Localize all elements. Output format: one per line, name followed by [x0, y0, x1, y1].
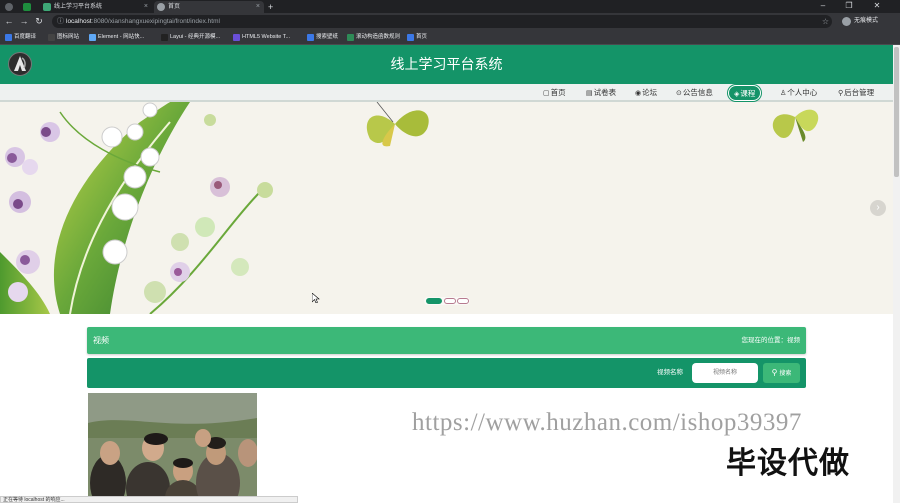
bookmarks-bar: 百度翻译 图标网站 Element - 网站快... Layui - 经典开源模… — [0, 30, 900, 45]
breadcrumb: 视频 您现在的位置：视频 — [87, 327, 806, 354]
bookmark-icon — [307, 34, 314, 41]
nav-profile[interactable]: ♙个人中心 — [780, 86, 817, 100]
close-icon[interactable]: × — [144, 1, 148, 13]
bookmark-icon — [347, 34, 354, 41]
search-input[interactable] — [692, 363, 758, 383]
site-title: 线上学习平台系统 — [390, 56, 503, 72]
info-icon: ⓘ — [57, 18, 64, 25]
carousel-dot[interactable] — [457, 298, 469, 304]
bookmark-item[interactable]: Layui - 经典开源模... — [160, 33, 220, 42]
reload-icon[interactable]: ↻ — [33, 15, 45, 27]
forum-icon: ◉ — [635, 90, 642, 97]
bookmark-item[interactable]: 首页 — [406, 33, 427, 42]
bookmark-icon — [5, 34, 12, 41]
bookmark-icon — [89, 34, 96, 41]
link-icon: ⚲ — [838, 90, 844, 97]
bookmark-item[interactable]: 搜索壁纸 — [306, 33, 338, 42]
carousel-dot[interactable] — [426, 298, 442, 304]
search-label: 视频名称 — [657, 369, 683, 376]
bookmark-item[interactable]: 百度翻译 — [4, 33, 36, 42]
close-window-icon[interactable]: ✕ — [866, 0, 888, 13]
bookmark-icon — [48, 34, 55, 41]
nav-admin[interactable]: ⚲后台管理 — [838, 86, 874, 100]
pinned-tab-icon[interactable] — [20, 1, 36, 13]
vue-icon — [43, 3, 51, 11]
bookmark-icon — [407, 34, 414, 41]
paper-icon: ▤ — [586, 90, 593, 97]
location-link[interactable]: 视频 — [787, 337, 800, 344]
promo-stamp: 毕设代做 — [726, 446, 850, 481]
browser-tab-bar: 线上学习平台系统 × 首页 × + – ❐ ✕ — [0, 0, 900, 13]
nav-home[interactable]: ▢首页 — [543, 86, 566, 100]
nav-forum[interactable]: ◉论坛 — [635, 86, 657, 100]
tab-home[interactable]: 首页 × — [154, 1, 264, 13]
restore-icon[interactable]: ❐ — [838, 0, 860, 13]
nav-exam[interactable]: ▤试卷表 — [586, 86, 616, 100]
search-panel: 视频名称 ⚲搜索 — [87, 358, 806, 388]
scrollbar-thumb[interactable] — [894, 47, 899, 177]
banner-carousel[interactable] — [0, 102, 893, 314]
watermark-text: https://www.huzhan.com/ishop39397 — [412, 409, 802, 436]
carousel-dot[interactable] — [444, 298, 456, 304]
browser-status-bar: 正在等待 localhost 的响应... — [0, 496, 298, 503]
tab-system[interactable]: 线上学习平台系统 × — [40, 1, 152, 13]
mouse-cursor-icon — [312, 293, 320, 303]
incognito-icon — [842, 17, 851, 26]
video-thumbnail-image — [88, 393, 257, 503]
globe-icon — [157, 3, 165, 11]
banner-flower-illustration — [0, 102, 893, 314]
search-icon: ⚲ — [771, 368, 778, 377]
browser-menu-icon[interactable] — [2, 1, 18, 13]
close-icon[interactable]: × — [256, 1, 260, 13]
bookmark-item[interactable]: HTML5 Website T... — [232, 33, 290, 42]
minimize-icon[interactable]: – — [812, 0, 834, 13]
section-title: 视频 — [93, 336, 109, 345]
address-toolbar: ← → ↻ ⓘ localhost:8080/xianshangxuexipin… — [0, 13, 900, 30]
back-icon[interactable]: ← — [3, 15, 15, 27]
carousel-next-icon[interactable]: › — [870, 200, 886, 216]
notice-icon: ⊙ — [676, 90, 682, 97]
site-header: 线上学习平台系统 — [0, 45, 893, 84]
bookmark-icon — [161, 34, 168, 41]
forward-icon[interactable]: → — [18, 15, 30, 27]
carousel-indicators — [424, 297, 470, 305]
search-button[interactable]: ⚲ 搜索 — [763, 363, 800, 383]
bookmark-star-icon[interactable]: ☆ — [822, 15, 829, 28]
bookmark-item[interactable]: 滚动构造函数规则 — [346, 33, 400, 42]
bookmark-item[interactable]: 图标网站 — [47, 33, 79, 42]
bookmark-icon — [233, 34, 240, 41]
nav-course[interactable]: ◈课程 — [728, 85, 762, 101]
url-text: localhost:8080/xianshangxuexipingtai/fro… — [66, 18, 220, 25]
home-icon: ▢ — [543, 90, 550, 97]
new-tab-button[interactable]: + — [266, 1, 280, 13]
nav-notice[interactable]: ⊙公告信息 — [676, 86, 713, 100]
page-scrollbar[interactable] — [893, 45, 900, 503]
bookmark-item[interactable]: Element - 网站快... — [88, 33, 144, 42]
incognito-profile[interactable]: 无痕模式 — [840, 15, 878, 28]
site-nav: ▢首页 ▤试卷表 ◉论坛 ⊙公告信息 ◈课程 ♙个人中心 ⚲后台管理 — [0, 84, 893, 102]
user-icon: ♙ — [780, 90, 787, 97]
url-field[interactable]: ⓘ localhost:8080/xianshangxuexipingtai/f… — [52, 15, 832, 28]
location-text: 您现在的位置：视频 — [741, 337, 801, 344]
tag-icon: ◈ — [734, 91, 740, 98]
video-card[interactable] — [88, 393, 257, 503]
